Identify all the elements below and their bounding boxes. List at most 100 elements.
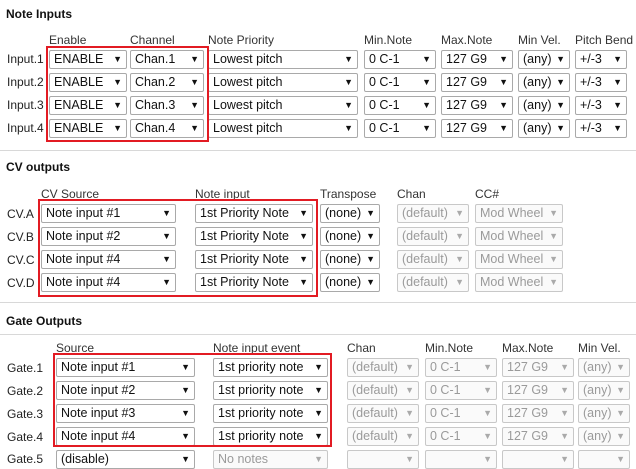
note-priority-value: Lowest pitch	[213, 98, 283, 112]
max-note-select-input-2[interactable]: 127 G9 ▼	[441, 73, 513, 92]
row-label-input-4: Input.4	[7, 121, 44, 135]
row-label-input-3: Input.3	[7, 98, 44, 112]
cv-source-select-d[interactable]: Note input #4 ▼	[41, 273, 176, 292]
min-vel-select-input-3[interactable]: (any) ▼	[518, 96, 570, 115]
note-input-select-c[interactable]: 1st Priority Note ▼	[195, 250, 313, 269]
note-input-event-select-3[interactable]: 1st priority note ▼	[213, 404, 328, 423]
pitch-bend-value: +/-3	[580, 75, 602, 89]
note-priority-select-input-3[interactable]: Lowest pitch ▼	[208, 96, 358, 115]
note-priority-select-input-1[interactable]: Lowest pitch ▼	[208, 50, 358, 69]
min-vel-select-input-1[interactable]: (any) ▼	[518, 50, 570, 69]
note-input-select-b[interactable]: 1st Priority Note ▼	[195, 227, 313, 246]
note-input-event-select-2[interactable]: 1st priority note ▼	[213, 381, 328, 400]
pitch-bend-select-input-1[interactable]: +/-3 ▼	[575, 50, 627, 69]
gate-source-select-3[interactable]: Note input #3 ▼	[56, 404, 195, 423]
max-note-select-input-1[interactable]: 127 G9 ▼	[441, 50, 513, 69]
channel-select-value: Chan.2	[135, 75, 176, 89]
cc-select-b: Mod Wheel ▼	[475, 227, 563, 246]
channel-select-input-2[interactable]: Chan.2 ▼	[130, 73, 204, 92]
header-cv-source: CV Source	[41, 187, 100, 201]
note-input-value: 1st Priority Note	[200, 252, 289, 266]
triangle-down-icon: ▼	[455, 231, 464, 241]
triangle-down-icon: ▼	[405, 408, 414, 418]
cv-source-value: Note input #4	[46, 252, 121, 266]
chan-select-b: (default) ▼	[397, 227, 469, 246]
triangle-down-icon: ▼	[556, 100, 565, 110]
gate-source-select-1[interactable]: Note input #1 ▼	[56, 358, 195, 377]
transpose-select-a[interactable]: (none) ▼	[320, 204, 380, 223]
note-input-event-value: 1st priority note	[218, 406, 304, 420]
note-input-select-a[interactable]: 1st Priority Note ▼	[195, 204, 313, 223]
header-gate-chan: Chan	[347, 341, 376, 355]
triangle-down-icon: ▼	[314, 362, 323, 372]
min-note-select-input-3[interactable]: 0 C-1 ▼	[364, 96, 436, 115]
note-input-select-d[interactable]: 1st Priority Note ▼	[195, 273, 313, 292]
row-label-input-2: Input.2	[7, 75, 44, 89]
triangle-down-icon: ▼	[405, 362, 414, 372]
triangle-down-icon: ▼	[190, 100, 199, 110]
header-pitch-bend: Pitch Bend	[575, 33, 634, 47]
min-vel-select-input-2[interactable]: (any) ▼	[518, 73, 570, 92]
gate-source-value: Note input #2	[61, 383, 136, 397]
triangle-down-icon: ▼	[556, 77, 565, 87]
gate-source-select-2[interactable]: Note input #2 ▼	[56, 381, 195, 400]
note-priority-select-input-2[interactable]: Lowest pitch ▼	[208, 73, 358, 92]
cc-select-a: Mod Wheel ▼	[475, 204, 563, 223]
gate-max-note-value: 127 G9	[507, 383, 549, 397]
triangle-down-icon: ▼	[616, 385, 625, 395]
note-priority-select-input-4[interactable]: Lowest pitch ▼	[208, 119, 358, 138]
gate-max-note-select-1: 127 G9 ▼	[502, 358, 574, 377]
max-note-value: 127 G9	[446, 121, 488, 135]
max-note-select-input-4[interactable]: 127 G9 ▼	[441, 119, 513, 138]
pitch-bend-select-input-4[interactable]: +/-3 ▼	[575, 119, 627, 138]
gate-source-select-4[interactable]: Note input #4 ▼	[56, 427, 195, 446]
min-note-select-input-1[interactable]: 0 C-1 ▼	[364, 50, 436, 69]
min-note-select-input-4[interactable]: 0 C-1 ▼	[364, 119, 436, 138]
max-note-value: 127 G9	[446, 52, 488, 66]
min-note-value: 0 C-1	[369, 75, 400, 89]
channel-select-input-4[interactable]: Chan.4 ▼	[130, 119, 204, 138]
enable-select-input-4[interactable]: ENABLE ▼	[49, 119, 127, 138]
enable-select-input-2[interactable]: ENABLE ▼	[49, 73, 127, 92]
triangle-down-icon: ▼	[314, 385, 323, 395]
gate-min-vel-select-2: (any) ▼	[578, 381, 630, 400]
header-transpose: Transpose	[320, 187, 377, 201]
chan-value: (default)	[402, 252, 448, 266]
gate-source-value: Note input #3	[61, 406, 136, 420]
note-input-event-select-4[interactable]: 1st priority note ▼	[213, 427, 328, 446]
note-input-event-select-1[interactable]: 1st priority note ▼	[213, 358, 328, 377]
transpose-select-d[interactable]: (none) ▼	[320, 273, 380, 292]
enable-select-input-1[interactable]: ENABLE ▼	[49, 50, 127, 69]
cv-source-select-b[interactable]: Note input #2 ▼	[41, 227, 176, 246]
transpose-select-b[interactable]: (none) ▼	[320, 227, 380, 246]
triangle-down-icon: ▼	[344, 77, 353, 87]
header-note-input-event: Note input event	[213, 341, 301, 355]
min-note-select-input-2[interactable]: 0 C-1 ▼	[364, 73, 436, 92]
gate-min-note-value: 0 C-1	[430, 406, 461, 420]
min-vel-select-input-4[interactable]: (any) ▼	[518, 119, 570, 138]
row-label-cv-b: CV.B	[7, 230, 34, 244]
min-vel-value: (any)	[523, 52, 552, 66]
row-label-cv-c: CV.C	[7, 253, 35, 267]
enable-select-input-3[interactable]: ENABLE ▼	[49, 96, 127, 115]
header-enable: Enable	[49, 33, 87, 47]
max-note-select-input-3[interactable]: 127 G9 ▼	[441, 96, 513, 115]
cv-source-select-a[interactable]: Note input #1 ▼	[41, 204, 176, 223]
row-label-gate-2: Gate.2	[7, 384, 44, 398]
pitch-bend-select-input-3[interactable]: +/-3 ▼	[575, 96, 627, 115]
triangle-down-icon: ▼	[113, 123, 122, 133]
triangle-down-icon: ▼	[499, 77, 508, 87]
transpose-select-c[interactable]: (none) ▼	[320, 250, 380, 269]
header-max-note: Max.Note	[441, 33, 493, 47]
channel-select-input-1[interactable]: Chan.1 ▼	[130, 50, 204, 69]
triangle-down-icon: ▼	[162, 277, 171, 287]
triangle-down-icon: ▼	[422, 123, 431, 133]
row-label-cv-d: CV.D	[7, 276, 35, 290]
channel-select-input-3[interactable]: Chan.3 ▼	[130, 96, 204, 115]
divider	[0, 334, 636, 335]
pitch-bend-select-input-2[interactable]: +/-3 ▼	[575, 73, 627, 92]
triangle-down-icon: ▼	[499, 54, 508, 64]
cv-source-select-c[interactable]: Note input #4 ▼	[41, 250, 176, 269]
triangle-down-icon: ▼	[299, 277, 308, 287]
note-input-value: 1st Priority Note	[200, 275, 289, 289]
